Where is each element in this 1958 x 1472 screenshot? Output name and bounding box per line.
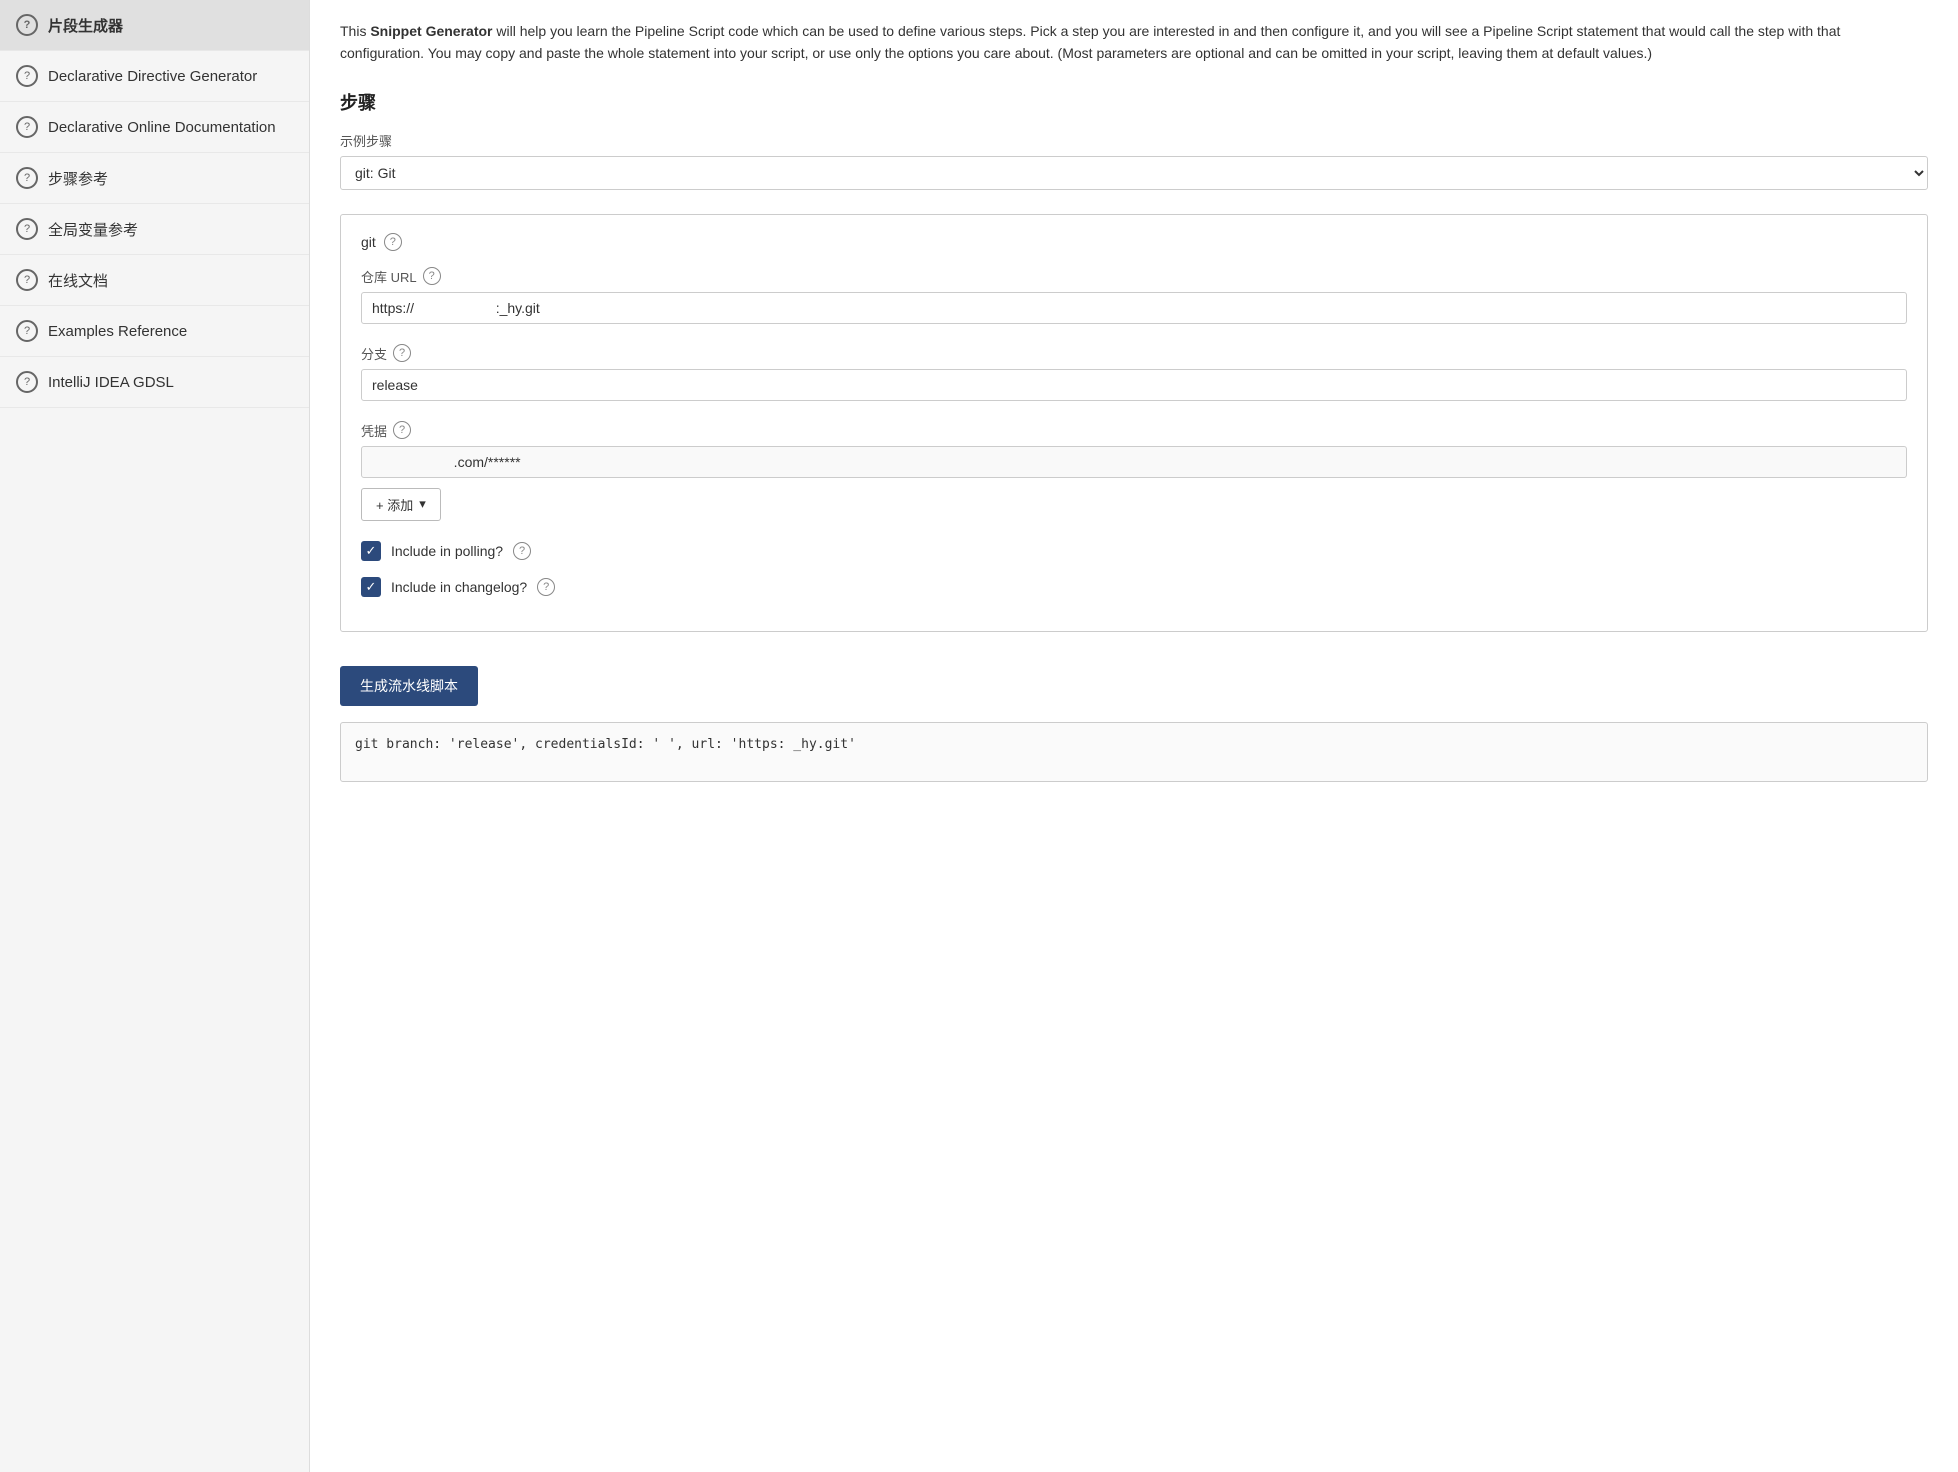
branch-help-icon[interactable]: ? <box>393 344 411 362</box>
sidebar-item-examples-reference[interactable]: ? Examples Reference <box>0 306 309 357</box>
question-icon: ? <box>16 167 38 189</box>
repo-url-help-icon[interactable]: ? <box>423 267 441 285</box>
sidebar-item-label: 片段生成器 <box>48 15 123 36</box>
sidebar-item-label: 在线文档 <box>48 270 108 291</box>
git-configuration-box: git ? 仓库 URL ? 分支 ? 凭据 ? <box>340 214 1928 632</box>
branch-field: 分支 ? <box>361 344 1907 401</box>
sidebar-item-intellij-gdsl[interactable]: ? IntelliJ IDEA GDSL <box>0 357 309 408</box>
credentials-label: 凭据 ? <box>361 421 1907 440</box>
question-icon: ? <box>16 116 38 138</box>
git-header: git ? <box>361 233 1907 251</box>
sidebar-item-declarative-directive-generator[interactable]: ? Declarative Directive Generator <box>0 51 309 102</box>
sidebar-item-online-docs[interactable]: ? 在线文档 <box>0 255 309 306</box>
sidebar-item-label: 全局变量参考 <box>48 219 138 240</box>
question-icon: ? <box>16 65 38 87</box>
question-icon: ? <box>16 269 38 291</box>
polling-help-icon[interactable]: ? <box>513 542 531 560</box>
git-label: git <box>361 234 376 250</box>
add-chevron-icon: ▾ <box>419 496 426 512</box>
changelog-help-icon[interactable]: ? <box>537 578 555 596</box>
polling-checkbox[interactable]: ✓ <box>361 541 381 561</box>
repo-url-input[interactable] <box>361 292 1907 324</box>
sidebar-item-label: Examples Reference <box>48 323 187 340</box>
question-icon: ? <box>16 320 38 342</box>
intro-prefix: This <box>340 23 370 39</box>
git-help-icon[interactable]: ? <box>384 233 402 251</box>
sidebar-item-label: IntelliJ IDEA GDSL <box>48 374 174 391</box>
question-icon: ? <box>16 218 38 240</box>
polling-label: Include in polling? <box>391 543 503 559</box>
main-content: This Snippet Generator will help you lea… <box>310 0 1958 1472</box>
steps-section-title: 步骤 <box>340 89 1928 115</box>
sidebar-item-global-variable-reference[interactable]: ? 全局变量参考 <box>0 204 309 255</box>
sample-step-select[interactable]: git: Git <box>340 156 1928 190</box>
question-icon: ? <box>16 371 38 393</box>
credentials-help-icon[interactable]: ? <box>393 421 411 439</box>
sidebar-item-snippet-generator[interactable]: ? 片段生成器 <box>0 0 309 51</box>
add-button-label: + 添加 <box>376 495 413 514</box>
branch-label: 分支 ? <box>361 344 1907 363</box>
changelog-row: ✓ Include in changelog? ? <box>361 577 1907 597</box>
generate-pipeline-button[interactable]: 生成流水线脚本 <box>340 666 478 706</box>
sidebar-item-declarative-online-documentation[interactable]: ? Declarative Online Documentation <box>0 102 309 153</box>
polling-checkmark: ✓ <box>366 544 377 557</box>
repo-url-field: 仓库 URL ? <box>361 267 1907 324</box>
sidebar-item-label: Declarative Directive Generator <box>48 68 257 85</box>
credentials-field: 凭据 ? + 添加 ▾ <box>361 421 1907 521</box>
snippet-generator-highlight: Snippet Generator <box>370 23 492 39</box>
sidebar: ? 片段生成器? Declarative Directive Generator? D… <box>0 0 310 1472</box>
changelog-checkmark: ✓ <box>366 580 377 593</box>
branch-input[interactable] <box>361 369 1907 401</box>
code-output: git branch: 'release', credentialsId: ' … <box>340 722 1928 782</box>
sidebar-item-label: 步骤参考 <box>48 168 108 189</box>
changelog-label: Include in changelog? <box>391 579 527 595</box>
add-button[interactable]: + 添加 ▾ <box>361 488 441 521</box>
intro-suffix: will help you learn the Pipeline Script … <box>340 23 1840 61</box>
intro-paragraph: This Snippet Generator will help you lea… <box>340 20 1928 65</box>
question-icon: ? <box>16 14 38 36</box>
repo-url-label: 仓库 URL ? <box>361 267 1907 286</box>
sample-step-field: 示例步骤 git: Git <box>340 131 1928 194</box>
credentials-input[interactable] <box>361 446 1907 478</box>
sidebar-item-label: Declarative Online Documentation <box>48 119 276 136</box>
sample-step-label: 示例步骤 <box>340 131 1928 150</box>
polling-row: ✓ Include in polling? ? <box>361 541 1907 561</box>
sidebar-item-step-reference[interactable]: ? 步骤参考 <box>0 153 309 204</box>
changelog-checkbox[interactable]: ✓ <box>361 577 381 597</box>
